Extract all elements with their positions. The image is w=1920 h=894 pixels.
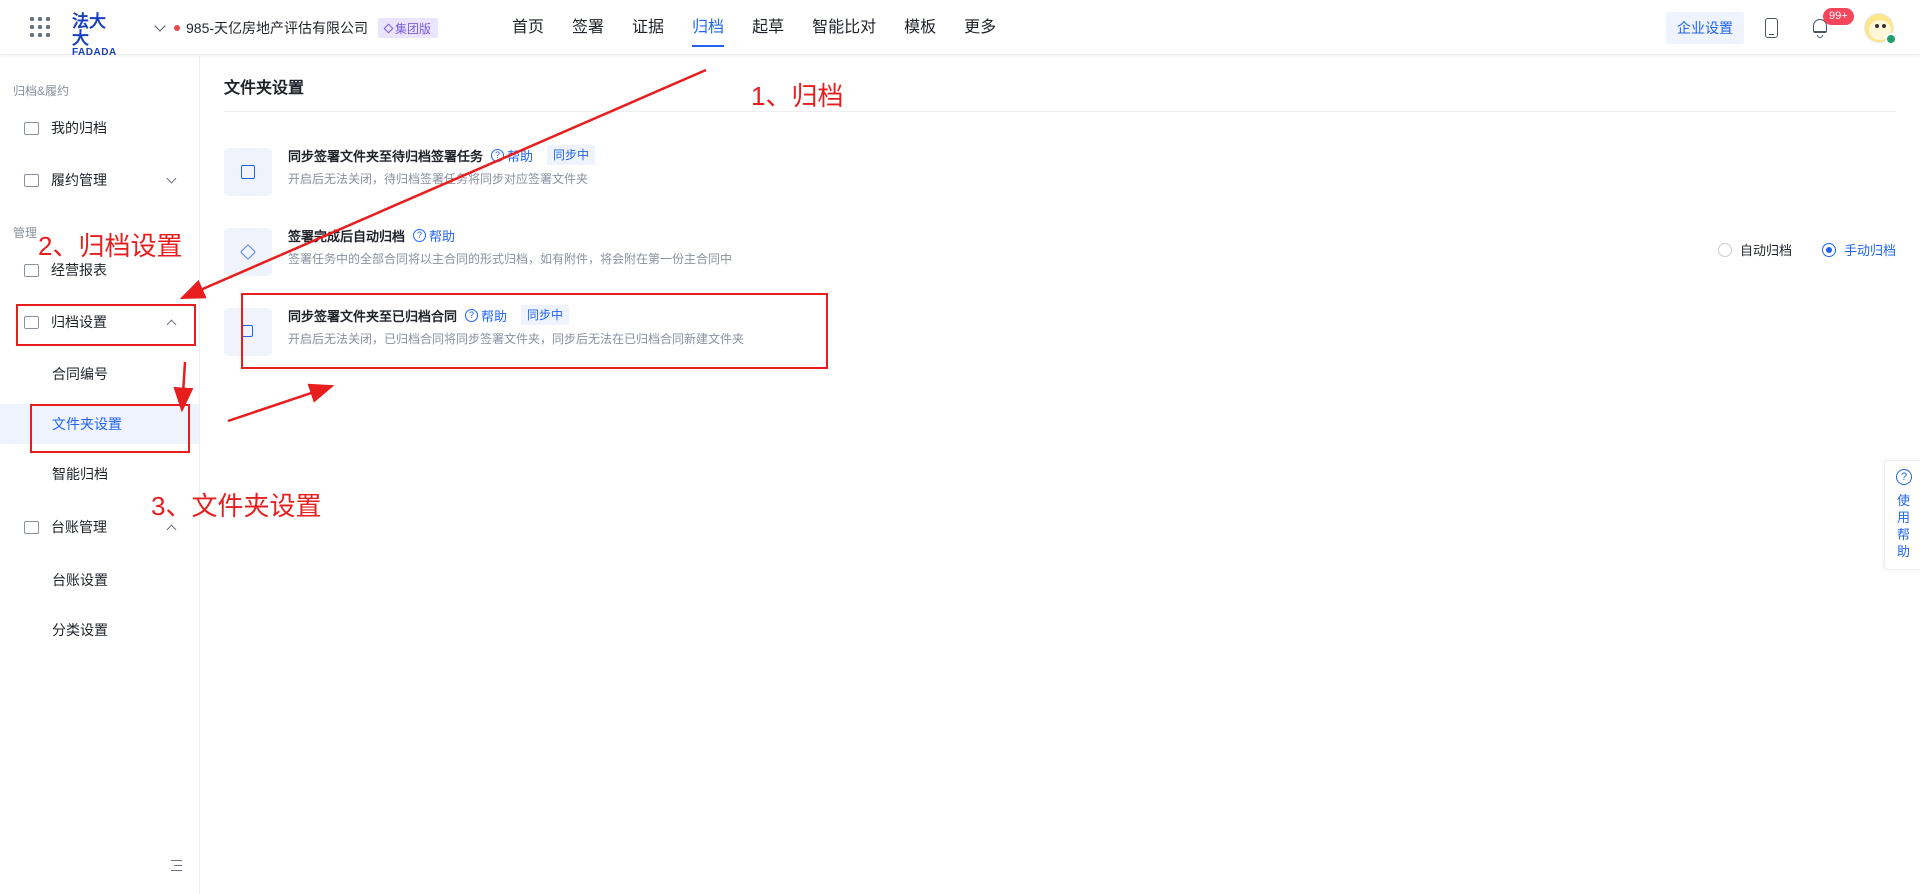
- sidebar-item-label: 我的归档: [51, 120, 107, 136]
- nav-sign[interactable]: 签署: [572, 0, 604, 55]
- diamond-icon: [383, 23, 394, 33]
- status-dot: [174, 25, 180, 31]
- archive-box-icon: [24, 121, 39, 135]
- logo-text-en: FADADA: [72, 47, 117, 58]
- nav-draft[interactable]: 起草: [752, 0, 784, 55]
- setting-row-auto-archive: 签署完成后自动归档 ? 帮助 签署任务中的全部合同将以主合同的形式归档，如有附件…: [224, 220, 1896, 276]
- radio-circle: [1717, 242, 1732, 257]
- sidebar-item-my-archive[interactable]: 我的归档: [0, 108, 199, 148]
- apps-grid-icon[interactable]: [30, 17, 50, 37]
- annotation-box-archive-settings: [16, 304, 196, 346]
- question-circle-icon: ?: [413, 228, 427, 242]
- row-title-line: 同步签署文件夹至待归档签署任务 ? 帮助 同步中: [288, 144, 596, 166]
- page-title: 文件夹设置: [224, 80, 305, 97]
- chevron-down-icon: [154, 20, 166, 32]
- nav-evidence[interactable]: 证据: [632, 0, 664, 55]
- radio-auto-archive[interactable]: 自动归档: [1717, 240, 1792, 259]
- sidebar-sub-category-settings[interactable]: 分类设置: [0, 610, 199, 650]
- radio-manual-archive[interactable]: 手动归档: [1821, 240, 1896, 259]
- collapse-sidebar-icon[interactable]: [168, 860, 182, 872]
- question-circle-icon: ?: [1896, 469, 1912, 485]
- nav-archive[interactable]: 归档: [692, 0, 725, 55]
- row-title: 签署完成后自动归档: [288, 228, 406, 244]
- org-name: 985-天亿房地产评估有限公司: [186, 20, 369, 36]
- sidebar-group-archive: 归档&履约: [13, 84, 70, 98]
- help-tab-label: 使用帮助: [1897, 493, 1911, 559]
- verified-check-icon: [1885, 33, 1897, 45]
- notification-count-badge: 99+: [1823, 8, 1854, 25]
- folder-sync-icon: [224, 148, 272, 196]
- annotation-box-sync-archived: [241, 293, 828, 369]
- annotation-box-folder-settings: [30, 404, 190, 453]
- fadada-logo[interactable]: 法大大 FADADA: [72, 13, 122, 58]
- question-circle-icon: ?: [491, 148, 505, 162]
- ledger-icon: [24, 520, 39, 534]
- usage-help-tab[interactable]: ? 使用帮助: [1884, 460, 1920, 570]
- annotation-step-2: 2、归档设置: [38, 231, 183, 261]
- help-link[interactable]: ? 帮助: [491, 146, 533, 165]
- annotation-arrows: [173, 68, 707, 423]
- radio-label: 自动归档: [1739, 243, 1792, 258]
- nav-more[interactable]: 更多: [964, 0, 996, 55]
- nav-template[interactable]: 模板: [904, 0, 936, 55]
- row-description: 签署任务中的全部合同将以主合同的形式归档，如有附件，将会附在第一份主合同中: [288, 252, 733, 266]
- sidebar-sub-contract-number[interactable]: 合同编号: [0, 354, 199, 394]
- help-link[interactable]: ? 帮助: [413, 226, 455, 245]
- annotation-step-1: 1、归档: [751, 81, 844, 111]
- nav-smart-compare[interactable]: 智能比对: [812, 0, 876, 55]
- top-header: 法大大 FADADA 985-天亿房地产评估有限公司 集团版 首页 签署 证据 …: [0, 0, 1920, 58]
- nav-home[interactable]: 首页: [512, 0, 544, 55]
- sidebar-item-performance[interactable]: 履约管理: [0, 160, 199, 200]
- archive-mode-radio-group: 自动归档 手动归档: [1717, 240, 1896, 259]
- help-label: 帮助: [507, 148, 534, 164]
- syncing-tag: 同步中: [547, 145, 596, 165]
- group-edition-badge: 集团版: [378, 18, 439, 38]
- sidebar-item-label: 经营报表: [51, 262, 107, 278]
- logo-text-cn: 法大大: [72, 12, 106, 48]
- radio-circle: [1821, 242, 1836, 257]
- annotation-step-3: 3、文件夹设置: [151, 491, 322, 521]
- sidebar-group-manage: 管理: [13, 226, 38, 240]
- sidebar-sub-ledger-settings[interactable]: 台账设置: [0, 560, 199, 600]
- main-nav: 首页 签署 证据 归档 起草 智能比对 模板 更多: [512, 0, 1024, 55]
- row-title-line: 签署完成后自动归档 ? 帮助: [288, 224, 455, 246]
- setting-row-sync-pending: 同步签署文件夹至待归档签署任务 ? 帮助 同步中 开启后无法关闭，待归档签署任务…: [224, 140, 1896, 196]
- row-description: 开启后无法关闭，待归档签署任务将同步对应签署文件夹: [288, 172, 589, 186]
- org-badge-label: 集团版: [395, 21, 432, 36]
- enterprise-settings-button[interactable]: 企业设置: [1666, 12, 1744, 44]
- arrow-to-sync-row: [227, 383, 335, 423]
- mobile-icon[interactable]: [1765, 18, 1778, 38]
- row-title: 同步签署文件夹至待归档签署任务: [288, 148, 484, 164]
- bar-chart-icon: [24, 263, 39, 277]
- org-switcher[interactable]: 985-天亿房地产评估有限公司 集团版: [154, 17, 439, 39]
- edit-doc-icon: [24, 173, 39, 187]
- help-label: 帮助: [429, 228, 456, 244]
- sidebar-item-label: 履约管理: [51, 172, 107, 188]
- title-divider: [224, 111, 1896, 112]
- radio-label: 手动归档: [1843, 243, 1896, 258]
- layers-icon: [224, 228, 272, 276]
- sidebar: 归档&履约 我的归档 履约管理 管理 经营报表 归档设置 合同编号 文件夹设置 …: [0, 56, 200, 894]
